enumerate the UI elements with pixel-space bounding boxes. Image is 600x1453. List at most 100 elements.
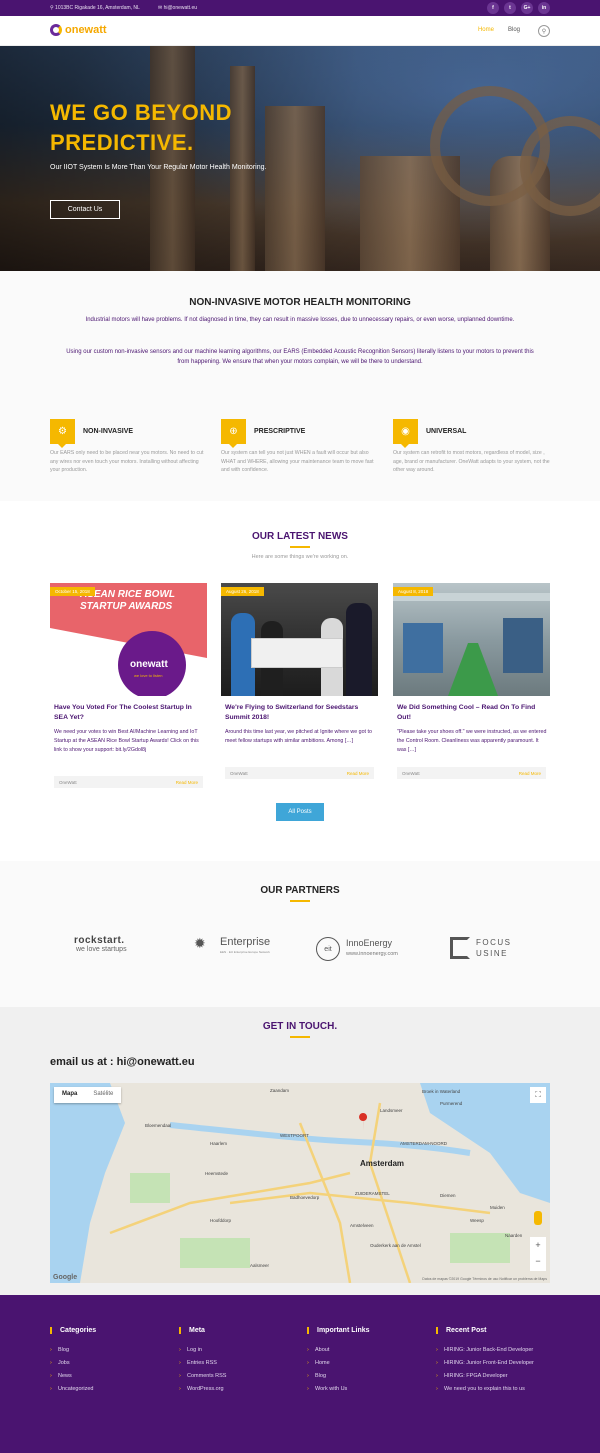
footer-important-links: Important Links About Home Blog Work wit… bbox=[307, 1327, 427, 1398]
footer-link[interactable]: HIRING: Junior Back-End Developer bbox=[436, 1346, 556, 1354]
footer-link[interactable]: Log in bbox=[179, 1346, 299, 1354]
hero-overlay bbox=[0, 46, 600, 271]
read-more-link[interactable]: Read More bbox=[347, 771, 369, 776]
intro-section: NON-INVASIVE MOTOR HEALTH MONITORING Ind… bbox=[0, 271, 600, 501]
news-subtitle: Here are some things we're working on. bbox=[251, 554, 349, 560]
footer-link[interactable]: WordPress.org bbox=[179, 1385, 299, 1393]
read-more-link[interactable]: Read More bbox=[519, 771, 541, 776]
site-logo[interactable]: onewatt bbox=[50, 24, 107, 36]
google-map[interactable]: Amsterdam Haarlem Zaandam Amstelveen Hoo… bbox=[50, 1083, 550, 1283]
logo-icon bbox=[50, 24, 62, 36]
partner-tagline: EEN · EU Enterprise Europe Network bbox=[220, 950, 270, 954]
globe-icon: ◉ bbox=[393, 419, 418, 448]
footer-link[interactable]: Work with Us bbox=[307, 1385, 427, 1393]
title-underline bbox=[290, 1036, 310, 1038]
map-label: Heemstede bbox=[205, 1171, 229, 1176]
focus-logo-icon bbox=[450, 937, 470, 959]
footer-link[interactable]: About bbox=[307, 1346, 427, 1354]
footer-link[interactable]: Uncategorized bbox=[50, 1385, 170, 1393]
partner-tagline: we love startups bbox=[76, 946, 127, 953]
fullscreen-icon[interactable]: ⛶ bbox=[530, 1087, 546, 1103]
footer-heading: Important Links bbox=[307, 1327, 427, 1334]
nav-links: Home Blog bbox=[478, 27, 520, 33]
map-tab[interactable]: Mapa bbox=[54, 1087, 85, 1103]
zoom-out-icon[interactable]: − bbox=[530, 1254, 546, 1271]
machine-block bbox=[403, 623, 443, 673]
map-label: Aalsmeer bbox=[250, 1263, 270, 1268]
read-more-link[interactable]: Read More bbox=[176, 780, 198, 785]
zoom-in-icon[interactable]: + bbox=[530, 1237, 546, 1254]
all-posts-button[interactable]: All Posts bbox=[276, 803, 324, 821]
partner-tagline: www.innoenergy.com bbox=[346, 951, 398, 957]
map-label: ZUIDERAMSTEL bbox=[355, 1191, 390, 1196]
footer-heading: Meta bbox=[179, 1327, 299, 1334]
contact-email[interactable]: email us at : hi@onewatt.eu bbox=[50, 1056, 195, 1068]
footer-categories: Categories Blog Jobs News Uncategorized bbox=[50, 1327, 170, 1398]
map-label: Muiden bbox=[490, 1205, 505, 1210]
street-view-icon[interactable] bbox=[534, 1211, 542, 1225]
post-date: August 26, 2018 bbox=[221, 587, 264, 596]
post-meta: OneWatt Read More bbox=[225, 767, 374, 779]
nav-home[interactable]: Home bbox=[478, 27, 494, 33]
footer-link[interactable]: HIRING: FPGA Developer bbox=[436, 1372, 556, 1380]
partners-title: OUR PARTNERS bbox=[260, 885, 340, 896]
green-floor bbox=[448, 643, 498, 696]
map-attribution[interactable]: Datos de mapas ©2019 Google Términos de … bbox=[422, 1277, 547, 1281]
partner-name: Enterprise bbox=[220, 936, 271, 948]
linkedin-icon[interactable]: in bbox=[538, 2, 550, 14]
facebook-icon[interactable]: f bbox=[487, 2, 499, 14]
map-label: Diemen bbox=[440, 1193, 456, 1198]
google-logo: Google bbox=[53, 1274, 78, 1281]
footer-link[interactable]: HIRING: Junior Front-End Developer bbox=[436, 1359, 556, 1367]
google-plus-icon[interactable]: G+ bbox=[521, 2, 533, 14]
footer-link[interactable]: We need you to explain this to us bbox=[436, 1385, 556, 1393]
footer-link[interactable]: Blog bbox=[307, 1372, 427, 1380]
footer-recent-posts: Recent Post HIRING: Junior Back-End Deve… bbox=[436, 1327, 556, 1398]
post-title[interactable]: We're Flying to Switzerland for Seedstar… bbox=[225, 703, 375, 722]
partner-rockstart[interactable]: rockstart. we love startups bbox=[74, 935, 127, 953]
map-pin-icon[interactable] bbox=[359, 1113, 368, 1131]
contact-us-button[interactable]: Contact Us bbox=[50, 200, 120, 219]
map-label: Badhoevedorp bbox=[290, 1195, 320, 1200]
post-author: OneWatt bbox=[402, 771, 420, 776]
machine-block bbox=[503, 618, 543, 673]
prize-cheque bbox=[251, 638, 343, 668]
satellite-tab[interactable]: Satélite bbox=[85, 1087, 121, 1103]
nav-blog[interactable]: Blog bbox=[508, 27, 520, 33]
footer-link[interactable]: Blog bbox=[50, 1346, 170, 1354]
search-icon[interactable]: ⚲ bbox=[538, 25, 550, 37]
partner-name: FOCUS USINE bbox=[476, 938, 512, 958]
post-title[interactable]: Have You Voted For The Coolest Startup I… bbox=[54, 703, 204, 722]
map-label: Broek in Waterland bbox=[422, 1089, 461, 1094]
post-date: August 8, 2018 bbox=[393, 587, 434, 596]
map-label: AMSTERDAM-NOORD bbox=[400, 1141, 447, 1146]
map-label: Naarden bbox=[505, 1233, 523, 1238]
news-image[interactable] bbox=[393, 583, 550, 696]
target-icon: ⊕ bbox=[221, 419, 246, 448]
post-author: OneWatt bbox=[59, 780, 77, 785]
green-area bbox=[130, 1173, 170, 1203]
title-underline bbox=[290, 546, 310, 548]
site-footer: Categories Blog Jobs News Uncategorized … bbox=[0, 1295, 600, 1453]
footer-link[interactable]: Jobs bbox=[50, 1359, 170, 1367]
news-image[interactable]: ASEAN RICE BOWL STARTUP AWARDS onewatt w… bbox=[50, 583, 207, 696]
eit-badge: eit bbox=[316, 937, 340, 961]
footer-link[interactable]: Comments RSS bbox=[179, 1372, 299, 1380]
footer-link[interactable]: Entries RSS bbox=[179, 1359, 299, 1367]
feature-description: Our EARS only need to be placed near you… bbox=[50, 450, 204, 473]
post-excerpt: We need your votes to win Best AI/Machin… bbox=[54, 729, 199, 753]
award-text: ASEAN RICE BOWL STARTUP AWARDS bbox=[80, 589, 175, 612]
news-image[interactable] bbox=[221, 583, 378, 696]
post-title[interactable]: We Did Something Cool – Read On To Find … bbox=[397, 703, 547, 722]
twitter-icon[interactable]: t bbox=[504, 2, 516, 14]
email-link[interactable]: ✉ hi@onewatt.eu bbox=[158, 5, 197, 11]
latest-news-section: OUR LATEST NEWS Here are some things we'… bbox=[0, 501, 600, 861]
footer-link[interactable]: Home bbox=[307, 1359, 427, 1367]
logo-text: onewatt bbox=[65, 24, 107, 36]
map-canvas bbox=[50, 1083, 550, 1283]
top-bar: ⚲ 1013BC Rigakade 16, Amsterdam, NL ✉ hi… bbox=[0, 0, 600, 16]
footer-link[interactable]: News bbox=[50, 1372, 170, 1380]
map-label: Bloemendaal bbox=[145, 1123, 172, 1128]
partner-name: InnoEnergy bbox=[346, 938, 393, 948]
hero-title: WE GO BEYOND PREDICTIVE. bbox=[50, 100, 233, 155]
